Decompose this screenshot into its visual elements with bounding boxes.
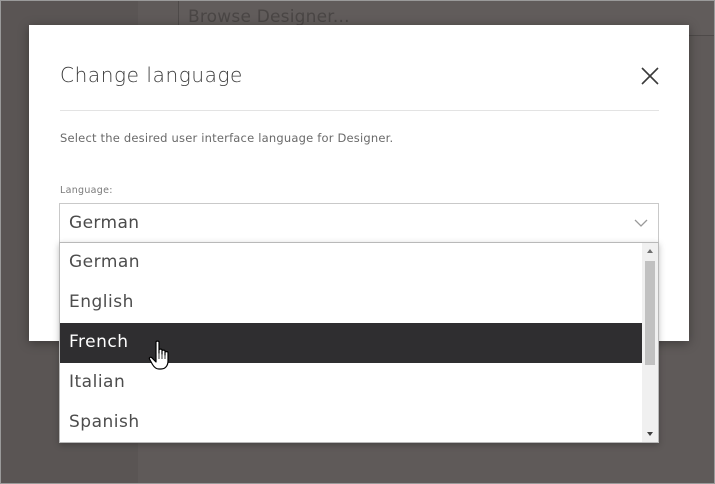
background-search-placeholder: Browse Designer... — [188, 7, 350, 27]
language-field-label: Language: — [60, 185, 113, 196]
close-icon — [641, 67, 659, 85]
dialog-description: Select the desired user interface langua… — [60, 131, 394, 145]
option-label: French — [69, 332, 129, 352]
chevron-down-icon — [634, 219, 648, 227]
language-select-value: German — [69, 213, 140, 233]
hand-pointer-icon — [148, 340, 169, 370]
option-label: German — [69, 252, 141, 272]
option-german[interactable]: German — [60, 243, 642, 283]
option-label: Spanish — [69, 412, 140, 432]
dialog-divider — [60, 110, 659, 111]
scroll-up-arrow-icon — [647, 249, 653, 253]
option-label: English — [69, 292, 134, 312]
option-label: Italian — [69, 372, 126, 392]
dropdown-scrollbar[interactable] — [642, 243, 658, 442]
dialog-title: Change language — [60, 63, 243, 87]
scroll-down-arrow-icon — [647, 432, 653, 436]
scroll-up-button[interactable] — [642, 243, 658, 259]
scroll-down-button[interactable] — [642, 426, 658, 442]
option-english[interactable]: English — [60, 283, 642, 323]
option-spanish[interactable]: Spanish — [60, 403, 642, 443]
language-select[interactable]: German — [59, 203, 659, 243]
scrollbar-thumb[interactable] — [645, 261, 655, 365]
close-button[interactable] — [639, 65, 661, 87]
